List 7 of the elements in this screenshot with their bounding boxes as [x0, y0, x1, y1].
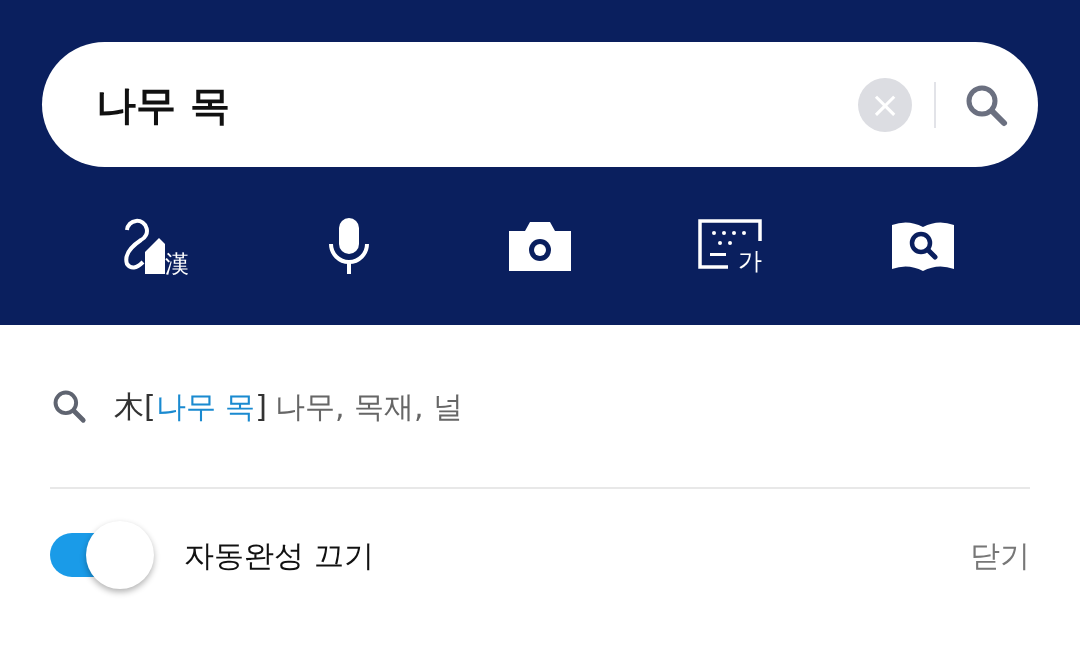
- toggle-label: 자동완성 끄기: [184, 536, 374, 575]
- camera-icon: [507, 219, 573, 273]
- close-button[interactable]: 닫기: [970, 532, 1030, 578]
- suggestion-item[interactable]: 木[나무 목] 나무, 목재, 널: [114, 383, 464, 429]
- dictionary-search-icon: [890, 219, 956, 273]
- search-field[interactable]: 나무 목 ×: [42, 42, 1038, 167]
- toggle-switch[interactable]: [50, 521, 154, 589]
